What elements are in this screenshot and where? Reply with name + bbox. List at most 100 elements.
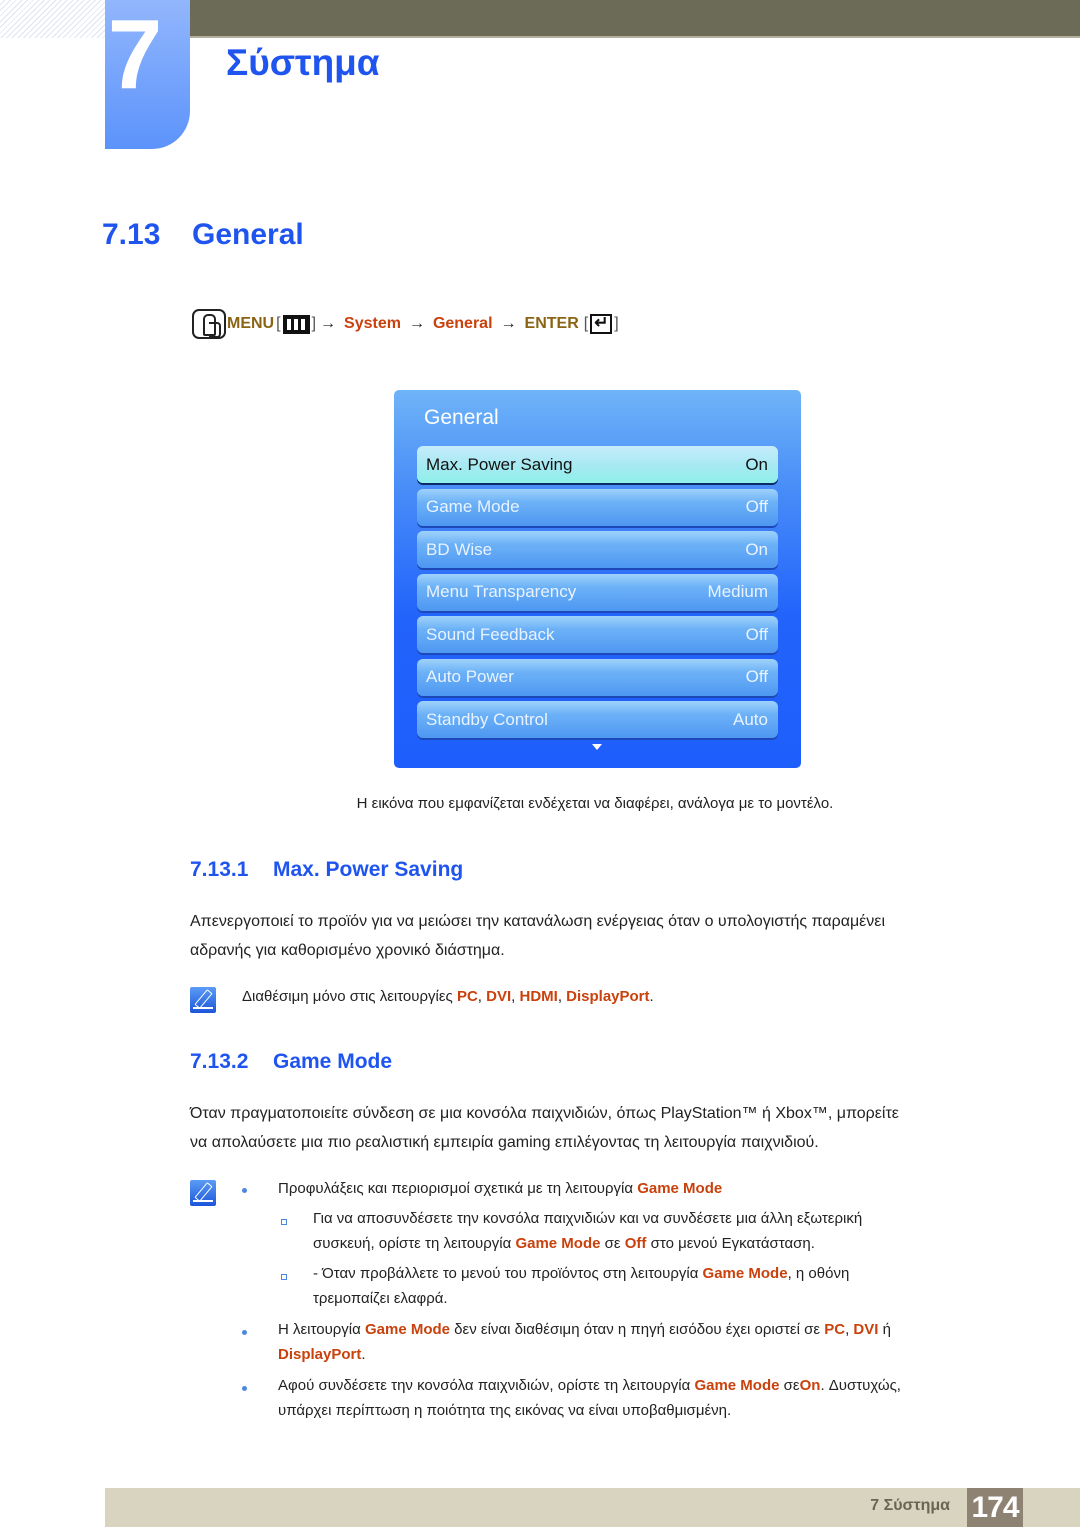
term-pc: PC — [824, 1321, 846, 1338]
osd-item-label: Sound Feedback — [426, 624, 555, 644]
term-dvi: DVI — [853, 1321, 879, 1338]
header-hatch-decoration — [0, 0, 105, 38]
osd-item-value: Auto — [733, 709, 768, 729]
osd-item-sound-feedback[interactable]: Sound Feedback Off — [417, 616, 778, 653]
osd-general-menu: General Max. Power Saving On Game Mode O… — [394, 390, 801, 768]
page-footer: 7 Σύστημα 174 — [105, 1488, 1080, 1527]
osd-item-bd-wise[interactable]: BD Wise On — [417, 531, 778, 568]
scroll-down-arrow-icon[interactable] — [592, 744, 602, 750]
osd-item-label: Game Mode — [426, 497, 520, 516]
osd-title: General — [424, 406, 499, 429]
subsection-title: Max. Power Saving — [273, 858, 464, 881]
section-heading: 7.13 General — [102, 218, 304, 252]
subsection-heading-game-mode: 7.13.2 Game Mode — [190, 1050, 392, 1074]
osd-item-value: On — [745, 454, 768, 474]
bullet-icon — [242, 1330, 247, 1335]
osd-item-auto-power[interactable]: Auto Power Off — [417, 658, 778, 696]
osd-item-label: BD Wise — [426, 539, 493, 559]
osd-item-label: Max. Power Saving — [426, 454, 573, 474]
osd-item-game-mode[interactable]: Game Mode Off — [417, 488, 778, 526]
term-game-mode: Game Mode — [702, 1265, 788, 1282]
osd-item-value: Off — [745, 667, 768, 686]
paragraph-line: να απολαύσετε μια πιο ρεαλιστική εμπειρί… — [190, 1134, 819, 1151]
osd-item-label: Menu Transparency — [426, 582, 577, 601]
bracket-close: ] — [614, 315, 619, 332]
osd-item-value: Off — [745, 624, 768, 644]
note-game-mode-precautions: Προφυλάξεις και περιορισμοί σχετικά με τ… — [278, 1176, 722, 1201]
page-number: 174 — [967, 1488, 1023, 1527]
note-text: στο μενού Εγκατάσταση. — [646, 1235, 815, 1252]
note-text: τρεμοπαίζει ελαφρά. — [313, 1290, 448, 1307]
note-text: δεν είναι διαθέσιμη όταν η πηγή εισόδου … — [450, 1321, 825, 1338]
separator: , — [557, 988, 567, 1005]
sub-bullet-icon — [281, 1274, 287, 1280]
term-dvi: DVI — [486, 988, 512, 1005]
suffix: . — [649, 988, 654, 1005]
note-text: , η οθόνη — [787, 1265, 850, 1282]
osd-item-value: Medium — [707, 582, 768, 601]
paragraph-line: Απενεργοποιεί το προϊόν για να μειώσει τ… — [190, 913, 885, 930]
menu-keyword: MENU — [227, 315, 275, 332]
note-text: Προφυλάξεις και περιορισμοί σχετικά με τ… — [278, 1180, 638, 1197]
bracket-close: ] — [311, 315, 317, 332]
osd-menu-list: Max. Power Saving On Game Mode Off BD Wi… — [417, 446, 778, 744]
section-title: General — [192, 218, 304, 251]
max-power-saving-description: Απενεργοποιεί το προϊόν για να μειώσει τ… — [190, 907, 1000, 965]
note-game-mode-unavailable: Η λειτουργία Game Mode δεν είναι διαθέσι… — [278, 1317, 891, 1367]
osd-item-max-power-saving[interactable]: Max. Power Saving On — [417, 446, 778, 483]
osd-item-label: Standby Control — [426, 709, 548, 729]
paragraph-line: αδρανής για καθορισμένο χρονικό διάστημα… — [190, 942, 505, 959]
path-item-system: System — [344, 315, 401, 332]
subsection-number: 7.13.1 — [190, 858, 249, 881]
note-game-mode-on: Αφού συνδέσετε την κονσόλα παιχνιδιών, ο… — [278, 1373, 901, 1423]
footer-chapter-label: 7 Σύστημα — [870, 1497, 950, 1514]
note-pencil-icon — [190, 1180, 216, 1206]
note-text: . Δυστυχώς, — [820, 1377, 901, 1394]
bracket-open: [ — [583, 315, 589, 332]
game-mode-description: Όταν πραγματοποιείτε σύνδεση σε μια κονσ… — [190, 1099, 1000, 1157]
bullet-icon — [242, 1386, 247, 1391]
touch-hand-icon — [192, 309, 226, 339]
chapter-tab: 7 — [105, 0, 190, 149]
osd-item-value: On — [745, 539, 768, 559]
note-text: Για να αποσυνδέσετε την κονσόλα παιχνιδι… — [313, 1210, 863, 1227]
osd-item-menu-transparency[interactable]: Menu Transparency Medium — [417, 573, 778, 611]
bullet-icon — [242, 1188, 247, 1193]
term-game-mode: Game Mode — [637, 1180, 723, 1197]
arrow-icon: → — [320, 315, 337, 332]
note-text: Η λειτουργία — [278, 1321, 365, 1338]
term-game-mode: Game Mode — [694, 1377, 780, 1394]
term-displayport: DisplayPort — [566, 988, 650, 1005]
subsection-heading-max-power-saving: 7.13.1 Max. Power Saving — [190, 858, 463, 882]
term-hdmi: HDMI — [519, 988, 558, 1005]
note-disconnect-console: Για να αποσυνδέσετε την κονσόλα παιχνιδι… — [313, 1206, 862, 1256]
arrow-icon: → — [408, 315, 425, 332]
note-text: - Όταν προβάλλετε το μενού του προϊόντος… — [313, 1265, 703, 1282]
enter-keyword: ENTER — [524, 315, 579, 332]
menu-path: MENU [ ] → System → General → ENTER [ ] — [192, 309, 621, 339]
note-screen-flicker: - Όταν προβάλλετε το μενού του προϊόντος… — [313, 1261, 849, 1311]
note-text: . — [361, 1346, 366, 1363]
term-game-mode: Game Mode — [364, 1321, 451, 1338]
note-availability: Διαθέσιμη μόνο στις λειτουργίες PC, DVI,… — [242, 984, 654, 1009]
note-text: Διαθέσιμη μόνο στις λειτουργίες — [242, 988, 457, 1005]
menu-button-icon — [282, 314, 310, 334]
section-number: 7.13 — [102, 218, 161, 251]
separator: , — [477, 988, 487, 1005]
note-pencil-icon — [190, 987, 216, 1013]
bracket-open: [ — [276, 315, 281, 332]
term-off: Off — [624, 1235, 647, 1252]
subsection-title: Game Mode — [273, 1050, 393, 1073]
osd-item-value: Off — [745, 497, 768, 516]
paragraph-line: Όταν πραγματοποιείτε σύνδεση σε μια κονσ… — [190, 1105, 899, 1122]
arrow-icon: → — [500, 315, 517, 332]
note-text: ή — [878, 1321, 891, 1338]
term-pc: PC — [456, 988, 478, 1005]
note-text: συσκευή, ορίστε τη λειτουργία — [313, 1235, 516, 1252]
image-caption: Η εικόνα που εμφανίζεται ενδέχεται να δι… — [356, 795, 834, 812]
note-text: Αφού συνδέσετε την κονσόλα παιχνιδιών, ο… — [278, 1377, 695, 1394]
subsection-number: 7.13.2 — [190, 1050, 249, 1073]
enter-button-icon — [590, 313, 613, 334]
sub-bullet-icon — [281, 1219, 287, 1225]
osd-item-standby-control[interactable]: Standby Control Auto — [417, 701, 778, 738]
